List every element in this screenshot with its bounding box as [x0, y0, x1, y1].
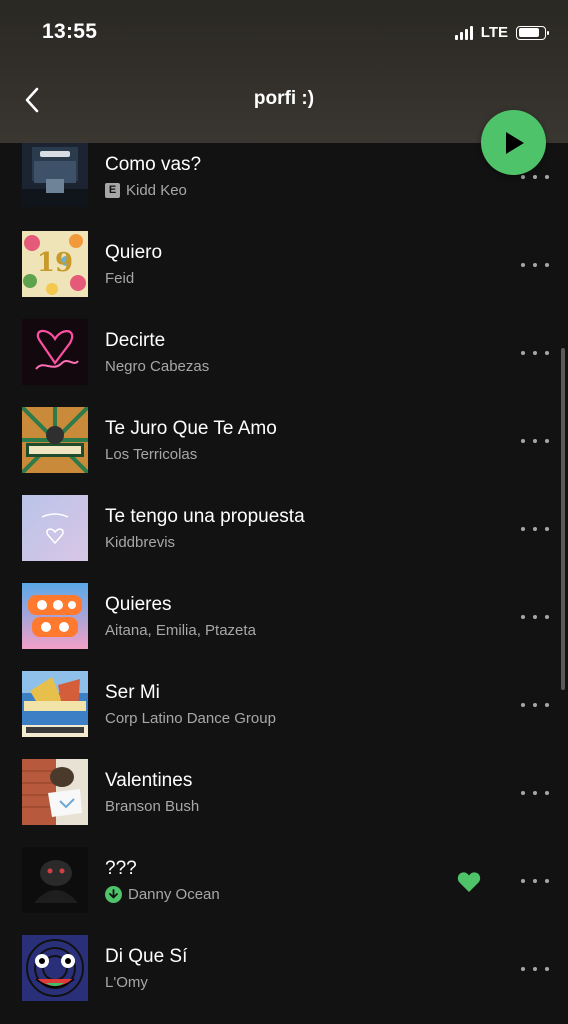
track-title: Ser Mi [105, 682, 160, 703]
album-art [22, 847, 88, 913]
album-art [22, 143, 88, 207]
track-artist-line: Kiddbrevis [105, 534, 175, 551]
play-icon [505, 131, 524, 154]
track-artist-line: Negro Cabezas [105, 358, 209, 375]
status-indicators: LTE [454, 24, 549, 41]
svg-text:19: 19 [37, 248, 73, 278]
track-title: Quiero [105, 242, 163, 263]
play-button[interactable] [481, 110, 546, 175]
more-options-button[interactable] [521, 783, 549, 803]
more-options-button[interactable] [521, 255, 549, 275]
track-title: ??? [105, 858, 137, 879]
download-icon [105, 886, 122, 903]
track-artist: Los Terricolas [105, 446, 198, 463]
album-art [22, 319, 88, 385]
status-time: 13:55 [42, 20, 98, 43]
playlist-header: 13:55 LTE porfi :) [0, 0, 568, 143]
track-artist-line: Branson Bush [105, 798, 199, 815]
track-row[interactable]: Quieres Aitana, Emilia, Ptazeta [0, 583, 568, 671]
album-art [22, 407, 88, 473]
album-art [22, 759, 88, 825]
track-row[interactable]: ??? Danny Ocean [0, 847, 568, 935]
track-artist: Danny Ocean [128, 886, 220, 903]
battery-icon [516, 25, 549, 40]
liked-button[interactable] [457, 871, 481, 893]
track-title: Valentines [105, 770, 193, 791]
track-title: Te Juro Que Te Amo [105, 418, 277, 439]
track-row[interactable]: 19 Quiero Feid [0, 231, 568, 319]
more-options-button[interactable] [521, 959, 549, 979]
track-artist: Feid [105, 270, 135, 287]
track-artist: Aitana, Emilia, Ptazeta [105, 622, 256, 639]
track-artist-line: Feid [105, 270, 134, 287]
track-title: Decirte [105, 330, 166, 351]
album-art [22, 935, 88, 1001]
track-artist-line: Los Terricolas [105, 446, 197, 463]
track-row[interactable]: Ser Mi Corp Latino Dance Group [0, 671, 568, 759]
track-artist-line: E Kidd Keo [105, 182, 187, 199]
track-artist: Corp Latino Dance Group [105, 710, 276, 727]
track-row[interactable]: Como vas? E Kidd Keo [0, 143, 568, 231]
heart-icon [457, 872, 481, 892]
track-title: Di Que Sí [105, 946, 188, 967]
track-title: Quieres [105, 594, 172, 615]
more-options-button[interactable] [521, 871, 549, 891]
track-artist-line: Aitana, Emilia, Ptazeta [105, 622, 256, 639]
track-row[interactable]: Te Juro Que Te Amo Los Terricolas [0, 407, 568, 495]
track-title: Como vas? [105, 154, 202, 175]
track-artist: Kidd Keo [126, 182, 187, 199]
album-art [22, 583, 88, 649]
more-options-button[interactable] [521, 519, 549, 539]
signal-icon [454, 25, 473, 40]
track-artist: L'Omy [105, 974, 148, 991]
more-options-button[interactable] [521, 431, 549, 451]
track-artist-line: Corp Latino Dance Group [105, 710, 276, 727]
track-artist: Kiddbrevis [105, 534, 176, 551]
more-options-button[interactable] [521, 607, 549, 627]
more-options-button[interactable] [521, 695, 549, 715]
track-title: Te tengo una propuesta [105, 506, 305, 527]
explicit-icon: E [105, 183, 120, 198]
network-label: LTE [480, 24, 508, 41]
track-artist-line: L'Omy [105, 974, 148, 991]
track-row[interactable]: Te tengo una propuesta Kiddbrevis [0, 495, 568, 583]
track-artist: Negro Cabezas [105, 358, 210, 375]
track-row[interactable]: Valentines Branson Bush [0, 759, 568, 847]
track-artist: Branson Bush [105, 798, 200, 815]
more-options-button[interactable] [521, 343, 549, 363]
album-art: 19 [22, 231, 88, 297]
playlist-title: porfi :) [253, 88, 315, 109]
scrollbar[interactable] [561, 348, 565, 690]
album-art [22, 495, 88, 561]
track-row[interactable]: Decirte Negro Cabezas [0, 319, 568, 407]
album-art [22, 671, 88, 737]
track-row[interactable]: Di Que Sí L'Omy [0, 935, 568, 1023]
track-list: Como vas? E Kidd Keo 19 Quiero Feid Deci… [0, 143, 568, 1024]
track-artist-line: Danny Ocean [105, 886, 220, 903]
